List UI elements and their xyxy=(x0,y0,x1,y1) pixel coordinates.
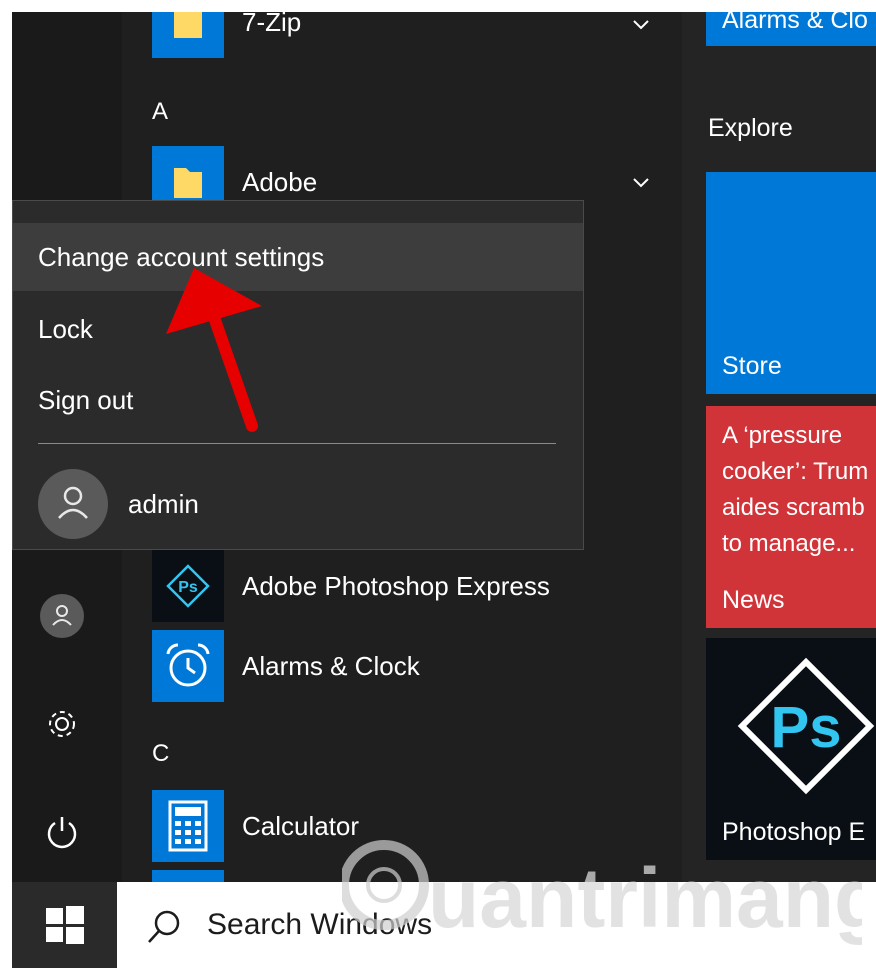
user-avatar-icon xyxy=(38,469,108,539)
app-label: Alarms & Clock xyxy=(242,650,420,681)
svg-text:Ps: Ps xyxy=(771,695,842,760)
start-button[interactable] xyxy=(12,882,117,968)
change-account-settings-item[interactable]: Change account settings xyxy=(13,223,583,291)
tile-label: Photoshop E xyxy=(722,818,866,846)
letter-header-c[interactable]: C xyxy=(152,740,169,768)
alarms-tile[interactable]: Alarms & Clo xyxy=(706,12,876,46)
power-icon xyxy=(47,817,77,849)
list-item-alarms-clock[interactable]: Alarms & Clock xyxy=(152,630,420,702)
search-icon xyxy=(148,910,180,943)
sign-out-item[interactable]: Sign out xyxy=(13,366,583,434)
app-label: Adobe xyxy=(242,166,318,197)
alarm-clock-icon xyxy=(152,630,224,702)
news-headline-line: aides scramb xyxy=(722,494,865,521)
list-item-7zip[interactable]: 7-Zip xyxy=(152,12,301,58)
account-menu: Change account settings Lock Sign out ad… xyxy=(12,200,584,550)
app-label: 7-Zip xyxy=(242,12,302,37)
photoshop-express-icon: Ps xyxy=(152,550,224,622)
search-input[interactable]: Search Windows xyxy=(117,882,876,968)
menu-item-label: Change account settings xyxy=(38,241,325,272)
tile-label: Store xyxy=(722,352,782,380)
chevron-down-icon[interactable] xyxy=(630,14,652,36)
news-headline-line: A ‘pressure xyxy=(722,422,843,449)
chevron-down-icon[interactable] xyxy=(630,172,652,194)
menu-divider xyxy=(38,443,556,444)
windows-logo-icon xyxy=(45,906,84,944)
tile-panel: Alarms & Clo Explore Store A ‘pressure c… xyxy=(682,12,876,882)
list-item-calculator[interactable]: Calculator xyxy=(152,790,359,862)
start-menu: 7-Zip A Adobe Ps Adobe Photoshop Express xyxy=(12,12,876,968)
power-button[interactable] xyxy=(30,800,94,864)
menu-item-label: Lock xyxy=(38,313,93,344)
current-user-item[interactable]: admin xyxy=(13,461,583,547)
tile-label: News xyxy=(722,586,785,614)
gear-icon xyxy=(49,711,75,737)
app-label: Calculator xyxy=(242,810,360,841)
store-tile[interactable]: Store xyxy=(706,172,876,394)
user-avatar-icon xyxy=(40,594,84,638)
search-placeholder: Search Windows xyxy=(207,908,433,941)
list-item-photoshop-express[interactable]: Ps Adobe Photoshop Express xyxy=(152,550,550,622)
news-tile[interactable]: A ‘pressure cooker’: Trum aides scramb t… xyxy=(706,406,876,628)
tile-group-title[interactable]: Explore xyxy=(708,114,793,143)
photoshop-express-icon: Ps xyxy=(737,657,875,795)
user-name: admin xyxy=(128,488,199,519)
svg-text:Ps: Ps xyxy=(178,579,198,596)
photoshop-tile[interactable]: Ps Photoshop E xyxy=(706,638,876,860)
tile-label: Alarms & Clo xyxy=(722,12,868,34)
news-headline-line: cooker’: Trum xyxy=(722,458,869,485)
user-account-button[interactable] xyxy=(30,584,94,648)
app-label: Adobe Photoshop Express xyxy=(242,570,550,601)
news-headline: A ‘pressure cooker’: Trum aides scramb t… xyxy=(722,418,868,562)
menu-item-label: Sign out xyxy=(38,384,134,415)
taskbar: Search Windows xyxy=(12,882,876,968)
list-item-partial xyxy=(152,870,224,882)
settings-button[interactable] xyxy=(30,692,94,756)
calculator-icon xyxy=(152,790,224,862)
lock-item[interactable]: Lock xyxy=(13,295,583,363)
letter-header-a[interactable]: A xyxy=(152,98,168,126)
folder-icon xyxy=(152,12,224,58)
news-headline-line: to manage... xyxy=(722,530,856,557)
